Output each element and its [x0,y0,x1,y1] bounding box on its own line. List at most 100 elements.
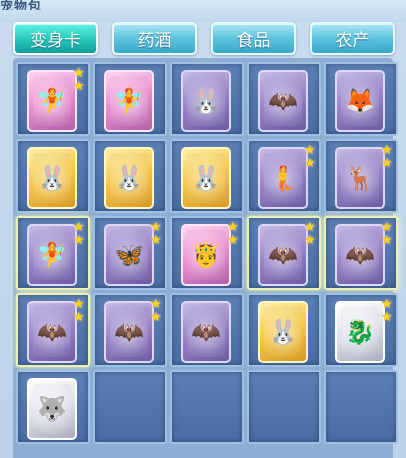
star-rating: ★ ★ [381,144,395,171]
transform-card[interactable]: 🐺 [27,378,77,440]
fairy-girl-icon: 🧚 [37,87,67,115]
inventory-slot[interactable]: 🐰 [16,139,90,213]
rabbit-icon: 🐰 [191,87,221,115]
transform-card[interactable]: 🐰 [104,147,154,209]
star-icon: ★ [381,156,393,171]
inventory-slot[interactable]: 🦊 [324,62,398,136]
tab-potions[interactable]: 药酒 [112,22,197,55]
star-icon: ★ [150,233,162,248]
card-art: 🧚 [33,230,71,280]
dragon-icon: 🐉 [345,318,375,346]
card-art: 🦊 [341,76,379,126]
inventory-slot[interactable]: 🦇 ★ ★ [247,216,321,290]
star-rating: ★ ★ [304,144,318,171]
bunny-girl-icon: 🐰 [268,318,298,346]
tab-farm-produce[interactable]: 农产 [310,22,395,55]
blue-warrior-icon: 🧜 [268,164,298,192]
bat-dancer-icon: 🦇 [114,318,144,346]
transform-card[interactable]: 🧚 [27,224,77,286]
inventory-slot[interactable]: 🐰 [170,62,244,136]
card-art: 🦌 [341,153,379,203]
transform-card[interactable]: 🤴 [181,224,231,286]
transform-card[interactable]: 🐉 [335,301,385,363]
tab-transform-cards[interactable]: 变身卡 [13,22,98,55]
inventory-slot[interactable]: 🤴 ★ ★ [170,216,244,290]
transform-card[interactable]: 🦌 [335,147,385,209]
inventory-slot[interactable]: 🐉 ★ ★ [324,293,398,367]
card-art: 🦇 [110,307,148,357]
inventory-slot[interactable]: 🦇 [247,62,321,136]
star-icon: ★ [73,233,85,248]
inventory-slot[interactable]: 🦇 ★ ★ [324,216,398,290]
card-art: 🤴 [187,230,225,280]
star-rating: ★ ★ [73,67,87,94]
star-rating: ★ ★ [150,298,164,325]
card-art: 🐰 [33,153,71,203]
inventory-slot[interactable]: 🦇 ★ ★ [93,293,167,367]
transform-card[interactable]: 🦇 [258,70,308,132]
card-art: 🧜 [264,153,302,203]
card-art: 🐺 [33,384,71,434]
transform-card[interactable]: 🦇 [181,301,231,363]
inventory-slot[interactable]: 🦇 [170,293,244,367]
card-art: 🐰 [187,76,225,126]
transform-card[interactable]: 🐰 [181,147,231,209]
inventory-slot[interactable]: 🧚 ★ ★ [16,62,90,136]
inventory-slot[interactable]: 🐰 [247,293,321,367]
card-art: 🦇 [187,307,225,357]
transform-card[interactable]: 🧚 [27,70,77,132]
prince-icon: 🤴 [191,241,221,269]
inventory-slot[interactable]: 🦇 ★ ★ [16,293,90,367]
empty-slot[interactable] [93,370,167,444]
bat-dancer-icon: 🦇 [268,241,298,269]
transform-card[interactable]: 🦇 [335,224,385,286]
star-rating: ★ ★ [150,221,164,248]
card-art: 🦇 [341,230,379,280]
card-art: 🐰 [187,153,225,203]
bunny-girl-icon: 🐰 [114,164,144,192]
card-art: 🧚 [33,76,71,126]
crystal-fairy-icon: 🦋 [114,241,144,269]
card-art: 🐉 [341,307,379,357]
transform-card[interactable]: 🦇 [258,224,308,286]
winged-girl-icon: 🧚 [37,241,67,269]
transform-card[interactable]: 🦋 [104,224,154,286]
title-bar: 宠物包 [0,0,406,22]
bat-dancer-icon: 🦇 [37,318,67,346]
star-icon: ★ [381,310,393,325]
transform-card[interactable]: 🧜 [258,147,308,209]
empty-slot[interactable] [247,370,321,444]
transform-card[interactable]: 🦇 [27,301,77,363]
transform-card[interactable]: 🐰 [181,70,231,132]
star-icon: ★ [150,310,162,325]
bat-dancer-icon: 🦇 [268,87,298,115]
inventory-slot[interactable]: 🦌 ★ ★ [324,139,398,213]
transform-card[interactable]: 🧚 [104,70,154,132]
transform-card[interactable]: 🦇 [104,301,154,363]
inventory-slot[interactable]: 🦋 ★ ★ [93,216,167,290]
inventory-slot[interactable]: 🐺 [16,370,90,444]
inventory-slot[interactable]: 🧚 ★ ★ [16,216,90,290]
card-art: 🐰 [110,153,148,203]
star-icon: ★ [381,233,393,248]
inventory-slot[interactable]: 🧚 [93,62,167,136]
star-rating: ★ ★ [73,298,87,325]
bunny-girl-icon: 🐰 [191,164,221,192]
card-art: 🦇 [264,230,302,280]
inventory-slot[interactable]: 🐰 [170,139,244,213]
bat-dancer-icon: 🦇 [191,318,221,346]
star-rating: ★ ★ [381,221,395,248]
empty-slot[interactable] [170,370,244,444]
transform-card[interactable]: 🦊 [335,70,385,132]
star-rating: ★ ★ [381,298,395,325]
inventory-slot[interactable]: 🧜 ★ ★ [247,139,321,213]
transform-card[interactable]: 🐰 [27,147,77,209]
transform-card[interactable]: 🐰 [258,301,308,363]
card-art: 🦇 [264,76,302,126]
star-rating: ★ ★ [304,221,318,248]
tab-bar: 变身卡 药酒 食品 农产 [13,22,395,58]
empty-slot[interactable] [324,370,398,444]
card-art: 🦇 [33,307,71,357]
tab-food[interactable]: 食品 [211,22,296,55]
inventory-slot[interactable]: 🐰 [93,139,167,213]
